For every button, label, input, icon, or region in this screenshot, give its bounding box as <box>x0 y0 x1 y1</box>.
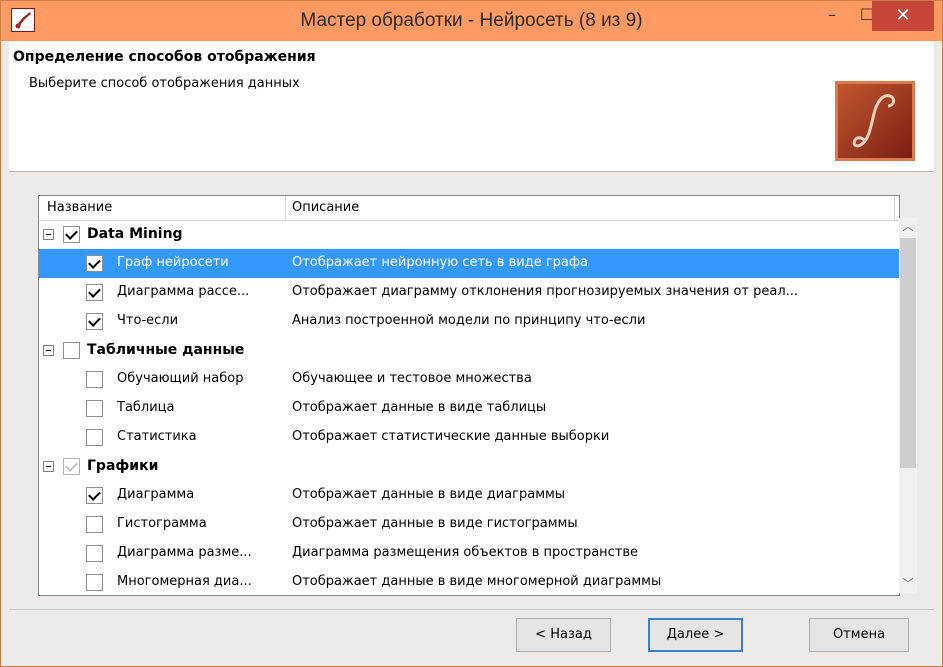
app-logo <box>835 81 915 161</box>
collapse-icon[interactable] <box>43 461 54 472</box>
row-checkbox[interactable] <box>63 226 80 243</box>
row-description: Обучающее и тестовое множества <box>292 371 532 386</box>
row-checkbox[interactable] <box>63 342 80 359</box>
row-description: Отображает статистические данные выборки <box>292 429 610 444</box>
row-checkbox[interactable] <box>86 545 103 562</box>
list-item[interactable]: Многомерная диа... Отображает данные в ви… <box>39 568 899 595</box>
row-description: Анализ построенной модели по принципу чт… <box>292 313 646 328</box>
list-item[interactable]: Что-если Анализ построенной модели по при… <box>39 307 899 336</box>
close-button[interactable]: ✕ <box>872 1 934 31</box>
list-item[interactable]: Граф нейросети Отображает нейронную сеть … <box>39 249 899 278</box>
row-description: Отображает данные в виде гистограммы <box>292 516 578 531</box>
row-checkbox[interactable] <box>86 400 103 417</box>
row-checkbox[interactable] <box>86 255 103 272</box>
list-item[interactable]: Таблица Отображает данные в виде таблицы <box>39 394 899 423</box>
page-subtitle: Выберите способ отображения данных <box>29 76 300 91</box>
row-name: Диаграмма разме... <box>117 545 252 560</box>
display-methods-list[interactable]: Название Описание Data Mining Граф нейрос… <box>38 195 900 596</box>
row-checkbox[interactable] <box>86 284 103 301</box>
tree-group-row[interactable]: Табличные данные <box>39 336 899 365</box>
cancel-button[interactable]: Отмена <box>809 618 909 652</box>
window-title: Мастер обработки - Нейросеть (8 из 9) <box>300 10 643 31</box>
column-divider[interactable] <box>894 196 895 220</box>
row-description: Отображает диаграмму отклонения прогнози… <box>292 284 799 299</box>
scroll-up-icon[interactable]: ︿ <box>899 218 917 236</box>
column-divider[interactable] <box>285 196 286 220</box>
list-item[interactable]: Статистика Отображает статистические данн… <box>39 423 899 452</box>
list-header: Название Описание <box>39 196 899 221</box>
list-item[interactable]: Диаграмма рассе... Отображает диаграмму о… <box>39 278 899 307</box>
row-name: Граф нейросети <box>117 255 229 270</box>
row-name: Гистограмма <box>117 516 207 531</box>
row-name: Обучающий набор <box>117 371 244 386</box>
row-checkbox[interactable] <box>86 429 103 446</box>
list-item[interactable]: Обучающий набор Обучающее и тестовое множ… <box>39 365 899 394</box>
row-checkbox[interactable] <box>86 371 103 388</box>
row-name: Статистика <box>117 429 197 444</box>
row-name: Диаграмма рассе... <box>117 284 250 299</box>
row-checkbox[interactable] <box>86 313 103 330</box>
minimize-button[interactable]: – <box>816 1 848 31</box>
row-description: Отображает нейронную сеть в виде графа <box>292 255 588 270</box>
scroll-down-icon[interactable]: ﹀ <box>899 575 917 593</box>
column-header-description[interactable]: Описание <box>292 200 359 215</box>
row-name: Диаграмма <box>117 487 195 502</box>
row-description: Отображает данные в виде диаграммы <box>292 487 566 502</box>
title-bar[interactable]: Мастер обработки - Нейросеть (8 из 9) – … <box>1 1 942 41</box>
footer-divider <box>9 609 934 610</box>
list-item[interactable]: Диаграмма Отображает данные в виде диагра… <box>39 481 899 510</box>
column-header-name[interactable]: Название <box>47 200 112 215</box>
wizard-window: Мастер обработки - Нейросеть (8 из 9) – … <box>0 0 943 667</box>
next-button[interactable]: Далее > <box>648 618 743 652</box>
row-name: Многомерная диа... <box>117 574 252 589</box>
row-checkbox[interactable] <box>86 574 103 591</box>
vertical-scrollbar[interactable]: ︿ ﹀ <box>899 218 917 593</box>
row-name: Табличные данные <box>87 342 245 358</box>
list-item[interactable]: Гистограмма Отображает данные в виде гист… <box>39 510 899 539</box>
back-button[interactable]: < Назад <box>516 618 611 652</box>
row-name: Таблица <box>117 400 175 415</box>
collapse-icon[interactable] <box>43 229 54 240</box>
row-checkbox[interactable] <box>63 458 80 475</box>
tree-group-row[interactable]: Data Mining <box>39 220 899 249</box>
tree-group-row[interactable]: Графики <box>39 452 899 481</box>
row-name: Что-если <box>117 313 179 328</box>
row-description: Диаграмма размещения объектов в простран… <box>292 545 639 560</box>
scroll-thumb[interactable] <box>900 238 916 468</box>
list-rows: Data Mining Граф нейросети Отображает нейр… <box>39 220 899 595</box>
row-name: Графики <box>87 458 159 474</box>
page-title: Определение способов отображения <box>13 49 316 65</box>
row-description: Отображает данные в виде многомерной диа… <box>292 574 662 589</box>
row-checkbox[interactable] <box>86 516 103 533</box>
row-description: Отображает данные в виде таблицы <box>292 400 547 415</box>
collapse-icon[interactable] <box>43 345 54 356</box>
list-item[interactable]: Диаграмма разме... Диаграмма размещения о… <box>39 539 899 568</box>
row-checkbox[interactable] <box>86 487 103 504</box>
row-name: Data Mining <box>87 226 183 242</box>
